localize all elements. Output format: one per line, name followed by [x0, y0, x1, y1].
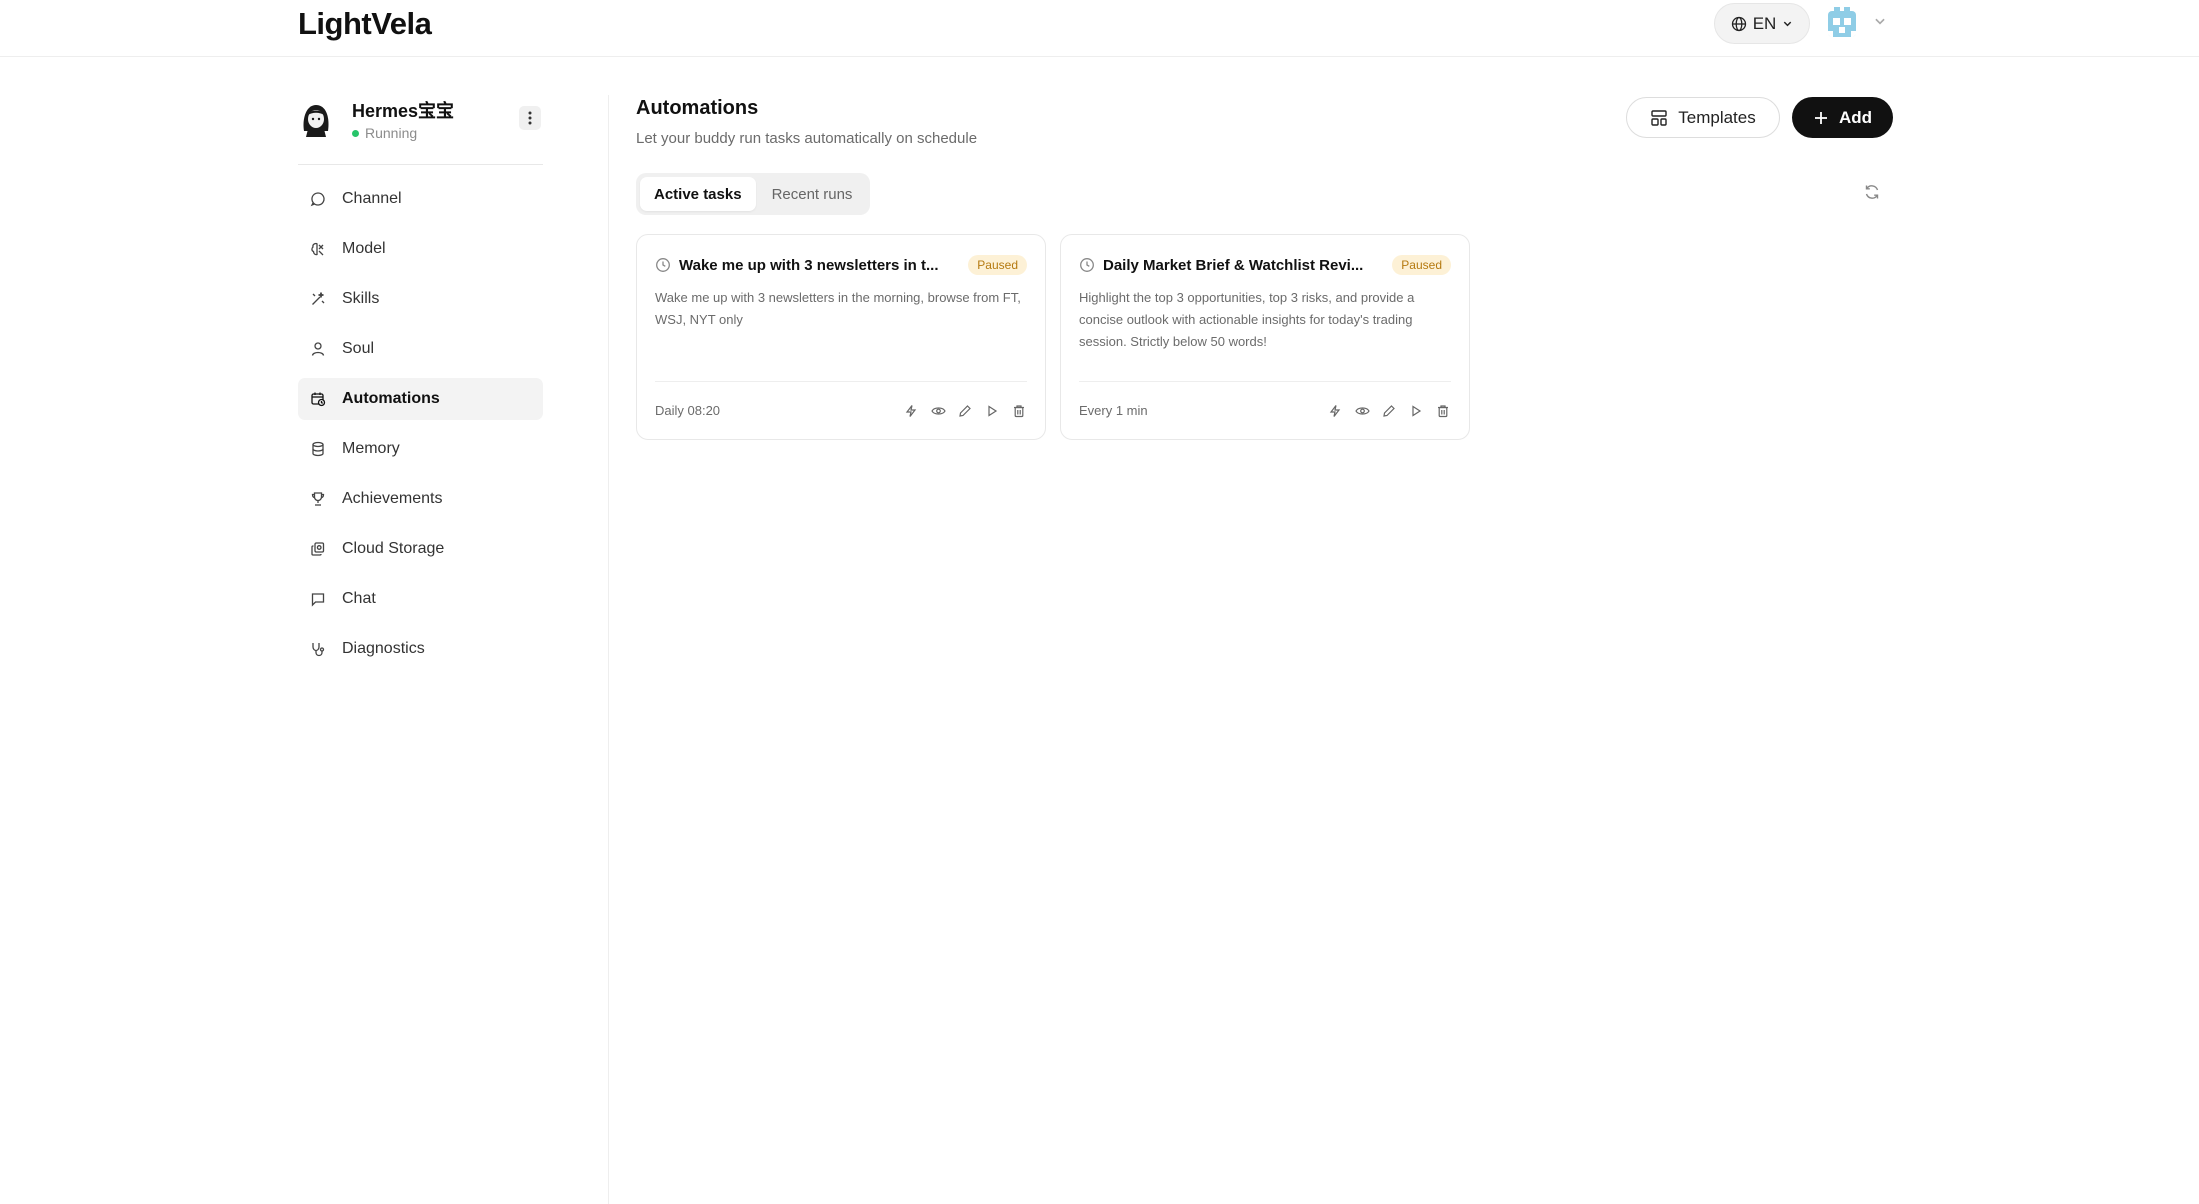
- run-now-icon[interactable]: [903, 403, 919, 419]
- sidebar-item-chat[interactable]: Chat: [298, 578, 543, 620]
- bot-status-label: Running: [365, 125, 418, 141]
- tab-active-tasks[interactable]: Active tasks: [640, 177, 756, 211]
- brain-icon: [311, 242, 324, 256]
- sidebar-item-soul[interactable]: Soul: [298, 328, 543, 370]
- sidebar-item-memory[interactable]: Memory: [298, 428, 543, 470]
- stethoscope-icon: [312, 643, 325, 657]
- task-title: Daily Market Brief & Watchlist Revi...: [1103, 256, 1364, 274]
- refresh-icon[interactable]: [1863, 183, 1881, 201]
- delete-icon[interactable]: [1011, 403, 1027, 419]
- sidebar-item-cloud-storage[interactable]: Cloud Storage: [298, 528, 543, 570]
- globe-icon: [1731, 16, 1746, 31]
- sidebar-item-diagnostics[interactable]: Diagnostics: [298, 628, 543, 670]
- task-card[interactable]: Wake me up with 3 newsletters in t... Pa…: [636, 234, 1046, 440]
- view-icon[interactable]: [1354, 403, 1370, 419]
- task-description: Wake me up with 3 newsletters in the mor…: [655, 290, 1021, 327]
- sidebar-item-channel[interactable]: Channel: [298, 178, 543, 220]
- task-title: Wake me up with 3 newsletters in t...: [679, 256, 939, 274]
- page-subtitle: Let your buddy run tasks automatically o…: [636, 130, 978, 147]
- task-tabs: Active tasks Recent runs: [636, 173, 871, 215]
- delete-icon[interactable]: [1435, 403, 1451, 419]
- play-icon[interactable]: [1408, 403, 1424, 419]
- sidebar-item-label: Chat: [342, 590, 376, 607]
- status-badge: Paused: [968, 255, 1027, 275]
- user-avatar[interactable]: [1824, 5, 1860, 41]
- clock-icon: [656, 258, 670, 272]
- templates-label: Templates: [1678, 107, 1756, 127]
- tab-recent-runs[interactable]: Recent runs: [758, 177, 867, 211]
- edit-icon[interactable]: [957, 403, 973, 419]
- sidebar-item-skills[interactable]: Skills: [298, 278, 543, 320]
- task-description: Highlight the top 3 opportunities, top 3…: [1079, 290, 1415, 349]
- sidebar-item-model[interactable]: Model: [298, 228, 543, 270]
- database-icon: [312, 441, 324, 457]
- view-icon[interactable]: [930, 403, 946, 419]
- bot-name: Hermes宝宝: [352, 101, 455, 121]
- sidebar-item-automations[interactable]: Automations: [298, 378, 543, 420]
- sidebar-item-label: Achievements: [342, 490, 443, 507]
- sidebar-item-label: Model: [342, 240, 386, 257]
- status-badge: Paused: [1392, 255, 1451, 275]
- sidebar-divider: [608, 95, 609, 1204]
- sidebar-item-label: Soul: [342, 340, 375, 357]
- sidebar-item-label: Automations: [342, 390, 440, 407]
- sidebar-item-label: Diagnostics: [342, 640, 425, 657]
- app-logo[interactable]: LightVela: [298, 6, 432, 42]
- cloud-storage-icon: [311, 542, 325, 556]
- more-vertical-icon: [528, 111, 532, 125]
- message-square-icon: [311, 593, 325, 607]
- sidebar: Hermes宝宝 Running Channel Model Skills So…: [298, 95, 543, 678]
- sidebar-item-achievements[interactable]: Achievements: [298, 478, 543, 520]
- task-schedule: Every 1 min: [1079, 403, 1148, 418]
- language-label: EN: [1752, 13, 1777, 33]
- clock-icon: [1080, 258, 1094, 272]
- status-dot: [352, 129, 359, 137]
- sidebar-item-label: Channel: [342, 190, 402, 207]
- person-icon: [311, 342, 325, 356]
- magic-wand-icon: [312, 292, 325, 305]
- sidebar-item-label: Skills: [342, 290, 380, 307]
- trophy-icon: [311, 492, 325, 506]
- bot-avatar[interactable]: [300, 101, 332, 137]
- calendar-clock-icon: [311, 392, 326, 407]
- chevron-down-icon: [1784, 21, 1792, 27]
- task-card[interactable]: Daily Market Brief & Watchlist Revi... P…: [1060, 234, 1470, 440]
- page-title: Automations: [636, 97, 759, 119]
- task-actions: [903, 403, 1027, 419]
- run-now-icon[interactable]: [1327, 403, 1343, 419]
- sidebar-item-label: Cloud Storage: [342, 540, 445, 557]
- bot-menu-button[interactable]: [519, 106, 541, 130]
- bot-profile: Hermes宝宝 Running: [298, 95, 543, 165]
- top-bar: LightVela EN: [0, 0, 2199, 57]
- task-cards: Wake me up with 3 newsletters in t... Pa…: [636, 234, 1470, 440]
- plus-icon: [1814, 111, 1827, 124]
- add-button[interactable]: Add: [1792, 97, 1893, 138]
- templates-button[interactable]: Templates: [1626, 97, 1780, 138]
- play-icon[interactable]: [984, 403, 1000, 419]
- sidebar-nav: Channel Model Skills Soul Automations Me…: [298, 178, 543, 670]
- edit-icon[interactable]: [1381, 403, 1397, 419]
- add-label: Add: [1838, 107, 1873, 127]
- language-selector[interactable]: EN: [1714, 3, 1810, 44]
- chat-bubble-icon: [310, 192, 325, 207]
- task-actions: [1327, 403, 1451, 419]
- layout-template-icon: [1651, 109, 1667, 126]
- task-schedule: Daily 08:20: [655, 403, 721, 418]
- bot-status: Running: [352, 125, 417, 141]
- sidebar-item-label: Memory: [342, 440, 400, 457]
- user-menu-chevron-icon[interactable]: [1873, 14, 1887, 28]
